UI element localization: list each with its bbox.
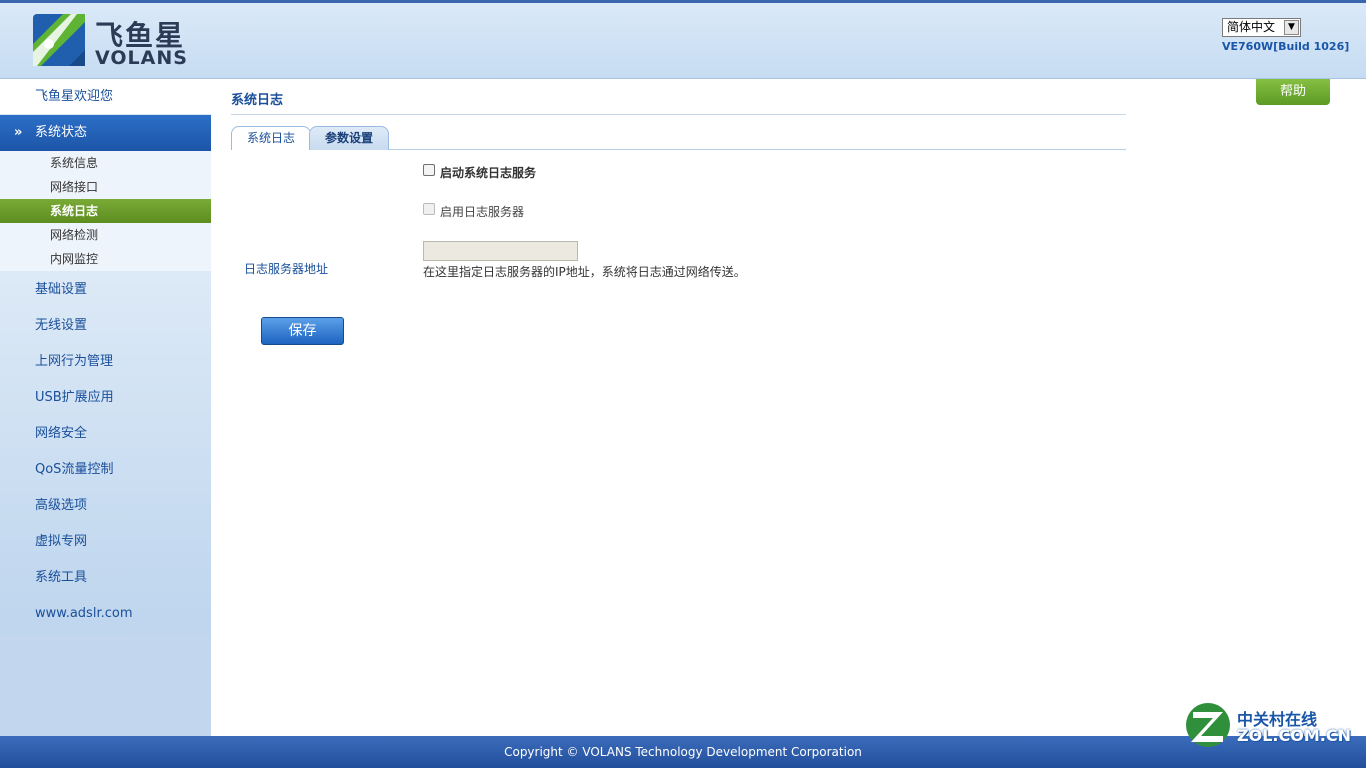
copyright-text: Copyright © VOLANS Technology Developmen… — [504, 745, 862, 759]
logo-text-en: VOLANS — [95, 47, 188, 69]
language-select[interactable]: 简体中文 ▼ — [1222, 18, 1301, 37]
sidebar-item-system-tools[interactable]: 系统工具 — [0, 560, 211, 596]
sidebar-item-qos[interactable]: QoS流量控制 — [0, 452, 211, 488]
header: 飞鱼星 VOLANS 简体中文 ▼ VE760W[Build 1026] — [0, 0, 1366, 79]
sidebar: 飞鱼星欢迎您 » 系统状态 系统信息 网络接口 系统日志 网络检测 内网监控 基… — [0, 79, 211, 736]
log-server-hint: 在这里指定日志服务器的IP地址，系统将日志通过网络传送。 — [423, 265, 746, 279]
tab-bar: 系统日志 参数设置 — [231, 126, 1126, 150]
title-divider — [231, 114, 1126, 115]
sidebar-submenu: 系统信息 网络接口 系统日志 网络检测 内网监控 — [0, 151, 211, 271]
enable-syslog-label: 启动系统日志服务 — [440, 166, 537, 180]
enable-log-server-checkbox[interactable] — [423, 203, 435, 215]
log-server-address-label: 日志服务器地址 — [244, 262, 329, 276]
sidebar-subitem-network-check[interactable]: 网络检测 — [0, 223, 211, 247]
zol-text-en: ZOL.COM.CN — [1237, 726, 1351, 745]
enable-syslog-checkbox[interactable] — [423, 164, 435, 176]
sidebar-subitem-system-info[interactable]: 系统信息 — [0, 151, 211, 175]
language-selected: 简体中文 — [1227, 20, 1276, 34]
sidebar-item-advanced[interactable]: 高级选项 — [0, 488, 211, 524]
log-server-address-input[interactable] — [423, 241, 578, 261]
sidebar-item-label: 系统状态 — [35, 125, 88, 140]
volans-logo-icon — [33, 14, 85, 66]
tab-parameter-settings[interactable]: 参数设置 — [309, 126, 390, 150]
volans-logo[interactable]: 飞鱼星 VOLANS — [33, 14, 193, 70]
sidebar-item-website-link[interactable]: www.adslr.com — [0, 596, 211, 632]
footer: Copyright © VOLANS Technology Developmen… — [0, 736, 1366, 768]
firmware-version: VE760W[Build 1026] — [1222, 40, 1350, 53]
sidebar-item-usb[interactable]: USB扩展应用 — [0, 380, 211, 416]
sidebar-item-system-status[interactable]: » 系统状态 — [0, 115, 211, 151]
enable-log-server-label: 启用日志服务器 — [440, 205, 525, 219]
tab-system-log[interactable]: 系统日志 — [231, 126, 312, 150]
save-button[interactable]: 保存 — [261, 317, 344, 345]
double-chevron-down-icon: » — [14, 125, 23, 140]
page-title: 系统日志 — [231, 93, 284, 108]
sidebar-item-vpn[interactable]: 虚拟专网 — [0, 524, 211, 560]
zol-logo-icon — [1186, 703, 1230, 747]
sidebar-welcome[interactable]: 飞鱼星欢迎您 — [0, 79, 211, 115]
chevron-down-icon[interactable]: ▼ — [1284, 20, 1299, 35]
help-button[interactable]: 帮助 — [1256, 79, 1330, 105]
sidebar-item-basic-settings[interactable]: 基础设置 — [0, 272, 211, 308]
sidebar-subitem-network-interface[interactable]: 网络接口 — [0, 175, 211, 199]
sidebar-subitem-lan-monitor[interactable]: 内网监控 — [0, 247, 211, 271]
sidebar-filler — [0, 634, 211, 736]
zol-watermark: 中关村在线 ZOL.COM.CN — [1185, 700, 1355, 750]
sidebar-item-security[interactable]: 网络安全 — [0, 416, 211, 452]
sidebar-item-wireless[interactable]: 无线设置 — [0, 308, 211, 344]
sidebar-subitem-system-log[interactable]: 系统日志 — [0, 199, 211, 223]
sidebar-item-behavior-management[interactable]: 上网行为管理 — [0, 344, 211, 380]
